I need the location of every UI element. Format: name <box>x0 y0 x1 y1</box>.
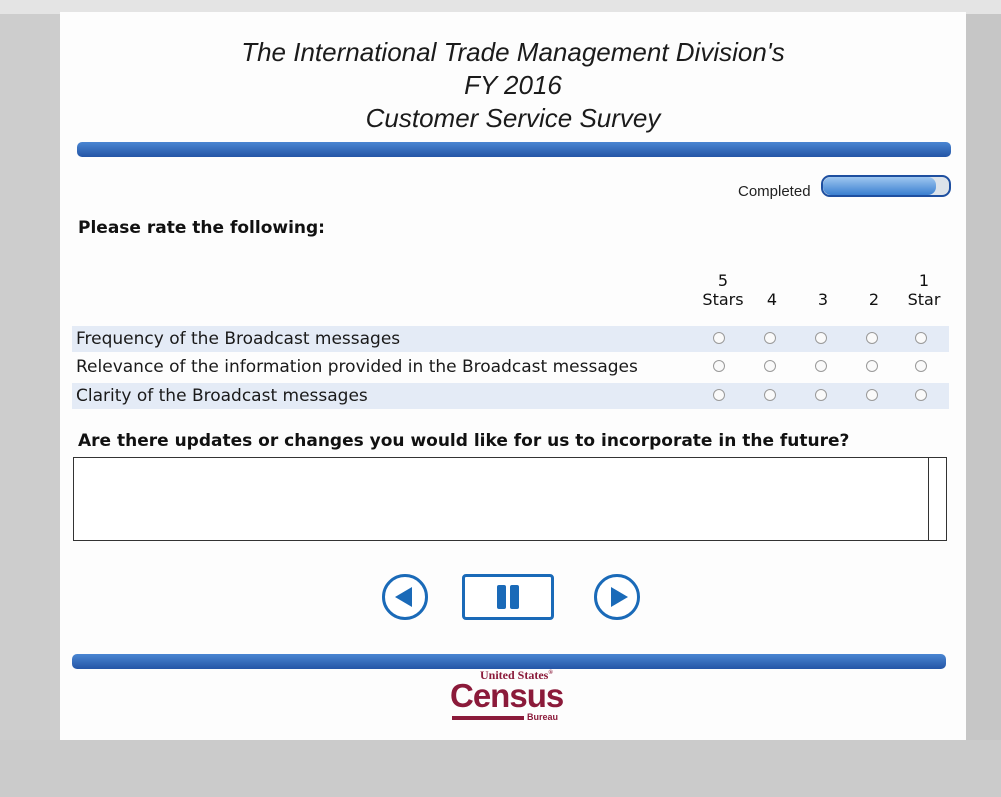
radio-relevance-5[interactable] <box>713 360 725 372</box>
progress-bar <box>821 175 951 197</box>
title-line-2: FY 2016 <box>464 70 562 100</box>
logo-underline <box>452 716 524 720</box>
radio-clarity-4[interactable] <box>764 389 776 401</box>
radio-relevance-1[interactable] <box>915 360 927 372</box>
radio-frequency-3[interactable] <box>815 332 827 344</box>
survey-page: The International Trade Management Divis… <box>60 12 966 740</box>
radio-relevance-4[interactable] <box>764 360 776 372</box>
next-arrow-icon <box>611 587 628 607</box>
radio-frequency-2[interactable] <box>866 332 878 344</box>
scan-border-left <box>0 14 60 797</box>
logo-trademark: ® <box>548 670 553 676</box>
radio-clarity-1[interactable] <box>915 389 927 401</box>
scale-header-1: 1 Star <box>894 271 954 309</box>
question-label: Frequency of the Broadcast messages <box>76 329 401 349</box>
radio-clarity-3[interactable] <box>815 389 827 401</box>
radio-frequency-4[interactable] <box>764 332 776 344</box>
radio-clarity-2[interactable] <box>866 389 878 401</box>
radio-frequency-1[interactable] <box>915 332 927 344</box>
scale-1-top: 1 <box>918 271 930 290</box>
radio-relevance-3[interactable] <box>815 360 827 372</box>
title-line-3: Customer Service Survey <box>365 103 661 133</box>
radio-relevance-2[interactable] <box>866 360 878 372</box>
logo-census: Census <box>450 677 564 714</box>
textarea-scrollbar[interactable] <box>928 458 946 540</box>
footer-divider-bar <box>72 654 946 669</box>
pause-icon <box>497 585 519 609</box>
census-bureau-logo: United States® Census Bureau <box>440 668 575 728</box>
scan-border-bottom <box>0 740 1001 797</box>
next-button[interactable] <box>594 574 640 620</box>
comments-question: Are there updates or changes you would l… <box>78 431 850 451</box>
progress-fill <box>823 177 937 195</box>
radio-frequency-5[interactable] <box>713 332 725 344</box>
header-divider-bar <box>77 142 951 157</box>
scan-border-right <box>966 14 1001 797</box>
question-row-clarity: Clarity of the Broadcast messages <box>72 383 949 409</box>
radio-clarity-5[interactable] <box>713 389 725 401</box>
comments-textarea[interactable] <box>73 457 947 541</box>
previous-arrow-icon <box>395 587 412 607</box>
title-line-1: The International Trade Management Divis… <box>241 37 785 67</box>
previous-button[interactable] <box>382 574 428 620</box>
pause-button[interactable] <box>462 574 554 620</box>
scale-1-bottom: Star <box>907 290 941 309</box>
question-label: Clarity of the Broadcast messages <box>76 386 368 406</box>
question-row-frequency: Frequency of the Broadcast messages <box>72 326 949 352</box>
survey-title: The International Trade Management Divis… <box>60 36 966 135</box>
rating-heading: Please rate the following: <box>78 218 325 238</box>
logo-bureau: Bureau <box>527 712 559 722</box>
question-row-relevance: Relevance of the information provided in… <box>72 354 949 380</box>
question-label: Relevance of the information provided in… <box>76 357 638 377</box>
progress-label: Completed <box>738 183 811 200</box>
